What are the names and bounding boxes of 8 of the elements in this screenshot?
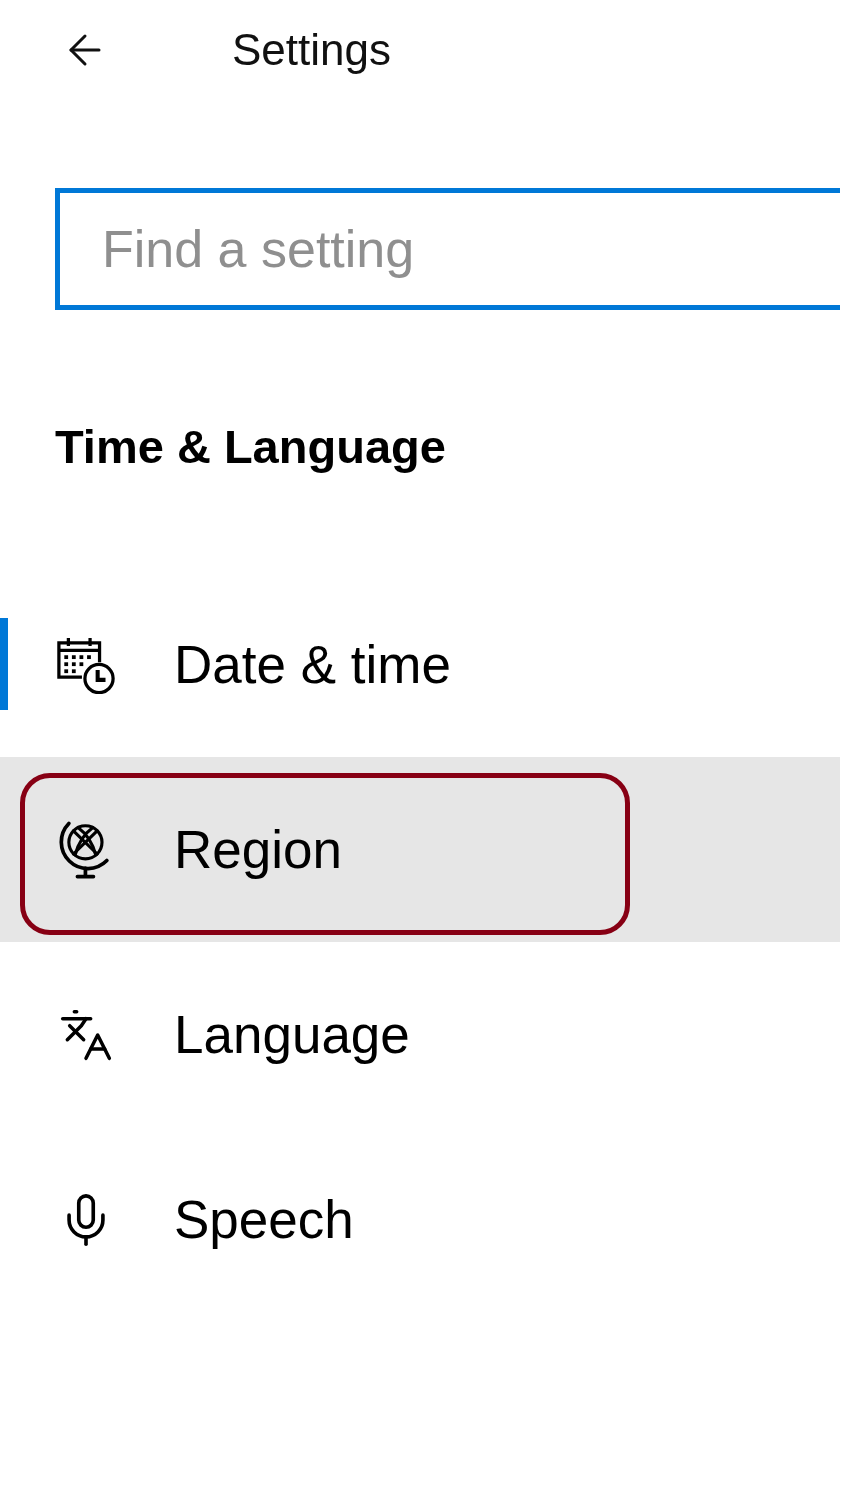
search-field[interactable]: Find a setting — [55, 188, 840, 310]
nav-item[interactable]: Region — [0, 757, 840, 942]
section-heading: Time & Language — [55, 419, 447, 475]
nav-item[interactable]: Speech — [0, 1127, 840, 1312]
window-title: Settings — [232, 23, 391, 76]
nav-item[interactable]: Date & time — [0, 572, 840, 757]
nav-item[interactable]: Language — [0, 942, 840, 1127]
calendar-clock-icon — [57, 635, 115, 694]
